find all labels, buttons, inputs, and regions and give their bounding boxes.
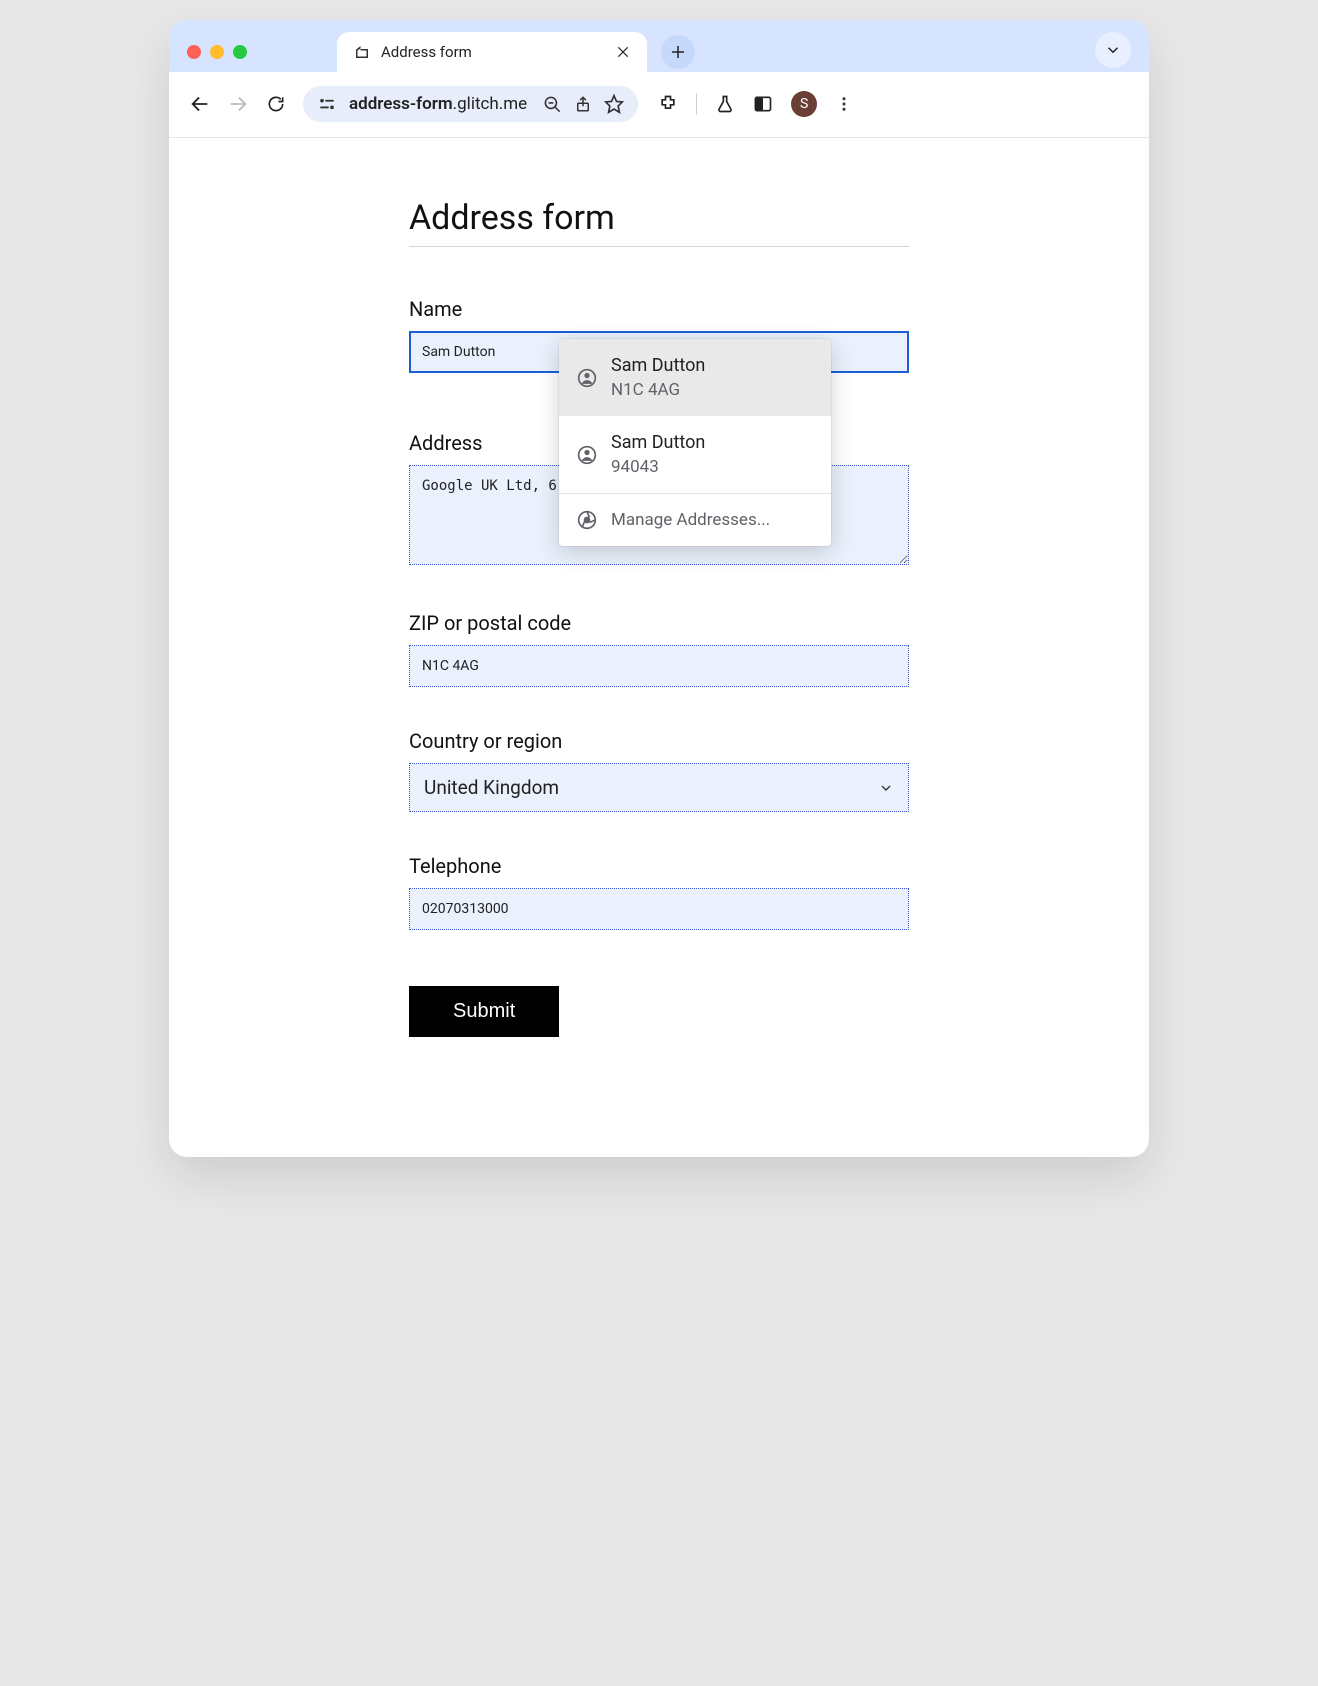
url-rest: .glitch.me — [453, 94, 528, 114]
telephone-field-block: Telephone — [409, 854, 909, 930]
forward-button[interactable] — [227, 93, 249, 115]
window-controls — [187, 45, 247, 59]
page-content: Address form Name Sam Dutton N1C 4AG — [169, 137, 1149, 1157]
extensions-icon[interactable] — [658, 94, 678, 114]
manage-addresses-label: Manage Addresses... — [611, 510, 770, 530]
autofill-suggestion-name: Sam Dutton — [611, 355, 705, 376]
browser-tab[interactable]: Address form — [337, 32, 647, 72]
country-select[interactable]: United Kingdom — [409, 763, 909, 812]
close-window-button[interactable] — [187, 45, 201, 59]
kebab-menu-icon[interactable] — [835, 95, 853, 113]
tab-favicon — [353, 43, 371, 61]
person-icon — [577, 368, 597, 388]
name-field-block: Name Sam Dutton N1C 4AG — [409, 297, 909, 373]
separator — [696, 93, 697, 115]
profile-avatar[interactable]: S — [791, 91, 817, 117]
chrome-toolbar: address-form.glitch.me — [169, 72, 1149, 137]
title-divider — [409, 246, 909, 247]
url-text: address-form.glitch.me — [349, 94, 527, 114]
manage-addresses-link[interactable]: Manage Addresses... — [559, 494, 831, 546]
telephone-label: Telephone — [409, 854, 909, 878]
page-title: Address form — [409, 198, 909, 238]
close-tab-button[interactable] — [615, 44, 631, 60]
browser-window: Address form address-form.glitch. — [169, 20, 1149, 1157]
labs-icon[interactable] — [715, 94, 735, 114]
zip-label: ZIP or postal code — [409, 611, 909, 635]
country-field-block: Country or region United Kingdom — [409, 729, 909, 812]
toolbar-actions: S — [658, 91, 853, 117]
avatar-initial: S — [800, 96, 808, 112]
bookmark-star-icon[interactable] — [604, 94, 624, 114]
zip-input[interactable] — [409, 645, 909, 687]
chrome-icon — [577, 510, 597, 530]
tab-title: Address form — [381, 43, 605, 61]
site-settings-icon[interactable] — [317, 97, 337, 111]
country-selected-value: United Kingdom — [424, 776, 559, 799]
chevron-down-icon — [878, 780, 894, 796]
address-bar[interactable]: address-form.glitch.me — [303, 86, 638, 122]
share-icon[interactable] — [574, 95, 592, 113]
submit-label: Submit — [453, 1000, 515, 1022]
sidepanel-icon[interactable] — [753, 94, 773, 114]
submit-button[interactable]: Submit — [409, 986, 559, 1037]
zoom-icon[interactable] — [543, 95, 562, 114]
person-icon — [577, 445, 597, 465]
name-label: Name — [409, 297, 909, 321]
reload-button[interactable] — [265, 93, 287, 115]
autofill-suggestion-detail: 94043 — [611, 457, 705, 477]
zoom-window-button[interactable] — [233, 45, 247, 59]
autofill-popup: Sam Dutton N1C 4AG Sam Dutton 94043 — [559, 339, 831, 546]
autofill-suggestion-0[interactable]: Sam Dutton N1C 4AG — [559, 339, 831, 416]
autofill-suggestion-name: Sam Dutton — [611, 432, 705, 453]
autofill-suggestion-detail: N1C 4AG — [611, 380, 705, 400]
url-host: address-form — [349, 94, 453, 114]
tabs-dropdown-button[interactable] — [1095, 32, 1131, 68]
country-label: Country or region — [409, 729, 909, 753]
autofill-suggestion-1[interactable]: Sam Dutton 94043 — [559, 416, 831, 493]
telephone-input[interactable] — [409, 888, 909, 930]
new-tab-button[interactable] — [661, 35, 695, 69]
minimize-window-button[interactable] — [210, 45, 224, 59]
chrome-tabstrip: Address form — [169, 20, 1149, 72]
back-button[interactable] — [189, 93, 211, 115]
address-form: Address form Name Sam Dutton N1C 4AG — [409, 198, 909, 1037]
zip-field-block: ZIP or postal code — [409, 611, 909, 687]
